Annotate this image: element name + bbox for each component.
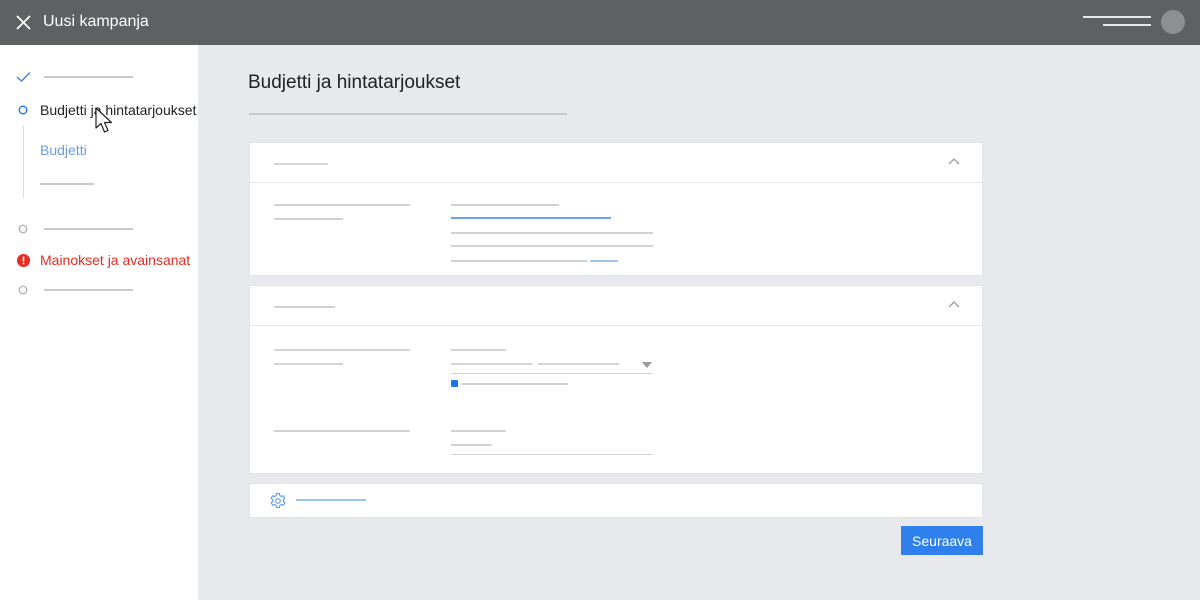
header-menu-placeholder[interactable] xyxy=(1083,16,1151,28)
field-label-placeholder xyxy=(274,218,343,220)
field-label-placeholder xyxy=(274,430,410,432)
field-label-placeholder xyxy=(274,363,343,365)
dropdown-arrow-icon[interactable] xyxy=(642,362,652,368)
sidebar-step-budget[interactable]: Budjetti ja hintatarjoukset xyxy=(40,102,196,118)
input-label-placeholder xyxy=(451,430,506,432)
input-underline xyxy=(451,454,653,455)
mouse-cursor-icon xyxy=(95,107,113,133)
bidding-section-card xyxy=(249,285,983,474)
page-title: Budjetti ja hintatarjoukset xyxy=(248,72,461,93)
sidebar-step-1-placeholder[interactable] xyxy=(44,76,133,78)
budget-section-card xyxy=(249,142,983,276)
checkbox-label-placeholder xyxy=(461,383,568,385)
input-label-placeholder xyxy=(451,204,559,206)
help-text-placeholder xyxy=(451,232,653,234)
avatar[interactable] xyxy=(1161,10,1185,34)
next-button[interactable]: Seuraava xyxy=(901,526,983,555)
help-text-placeholder xyxy=(451,260,587,262)
budget-section-header[interactable] xyxy=(250,143,982,183)
gear-icon xyxy=(270,492,286,509)
field-label-placeholder xyxy=(274,349,410,351)
select-field-placeholder[interactable] xyxy=(451,363,532,365)
pending-step-circle-icon xyxy=(18,285,28,295)
sidebar-step-3-placeholder[interactable] xyxy=(44,228,133,230)
pending-step-circle-icon xyxy=(18,224,28,234)
current-step-circle-icon xyxy=(18,105,28,115)
learn-more-link[interactable] xyxy=(590,260,618,262)
sidebar-step-5-placeholder[interactable] xyxy=(44,289,133,291)
chevron-up-icon[interactable] xyxy=(948,300,960,308)
chevron-up-icon[interactable] xyxy=(948,157,960,165)
checkbox-checked[interactable] xyxy=(451,380,458,387)
input-value-placeholder[interactable] xyxy=(451,444,492,446)
close-icon[interactable] xyxy=(14,13,33,32)
bidding-section-header[interactable] xyxy=(250,286,982,326)
top-bar: Uusi kampanja xyxy=(0,0,1200,45)
section-title-placeholder xyxy=(274,306,335,308)
substep-2-placeholder[interactable] xyxy=(40,183,94,185)
help-text-placeholder xyxy=(451,245,653,247)
title-divider xyxy=(249,113,567,115)
sidebar-step-ads-keywords[interactable]: Mainokset ja avainsanat xyxy=(40,252,190,268)
additional-settings-link[interactable] xyxy=(296,499,366,501)
select-underline xyxy=(451,373,653,374)
substep-rail xyxy=(23,125,24,198)
section-title-placeholder xyxy=(274,163,328,165)
select-field-placeholder[interactable] xyxy=(538,363,619,365)
substep-budget[interactable]: Budjetti xyxy=(40,142,87,158)
error-icon xyxy=(17,254,30,267)
app-title: Uusi kampanja xyxy=(43,13,149,30)
additional-settings-card[interactable] xyxy=(249,483,983,518)
budget-input[interactable] xyxy=(451,217,611,219)
field-label-placeholder xyxy=(274,204,410,206)
input-label-placeholder xyxy=(451,349,506,351)
check-icon xyxy=(16,71,31,83)
